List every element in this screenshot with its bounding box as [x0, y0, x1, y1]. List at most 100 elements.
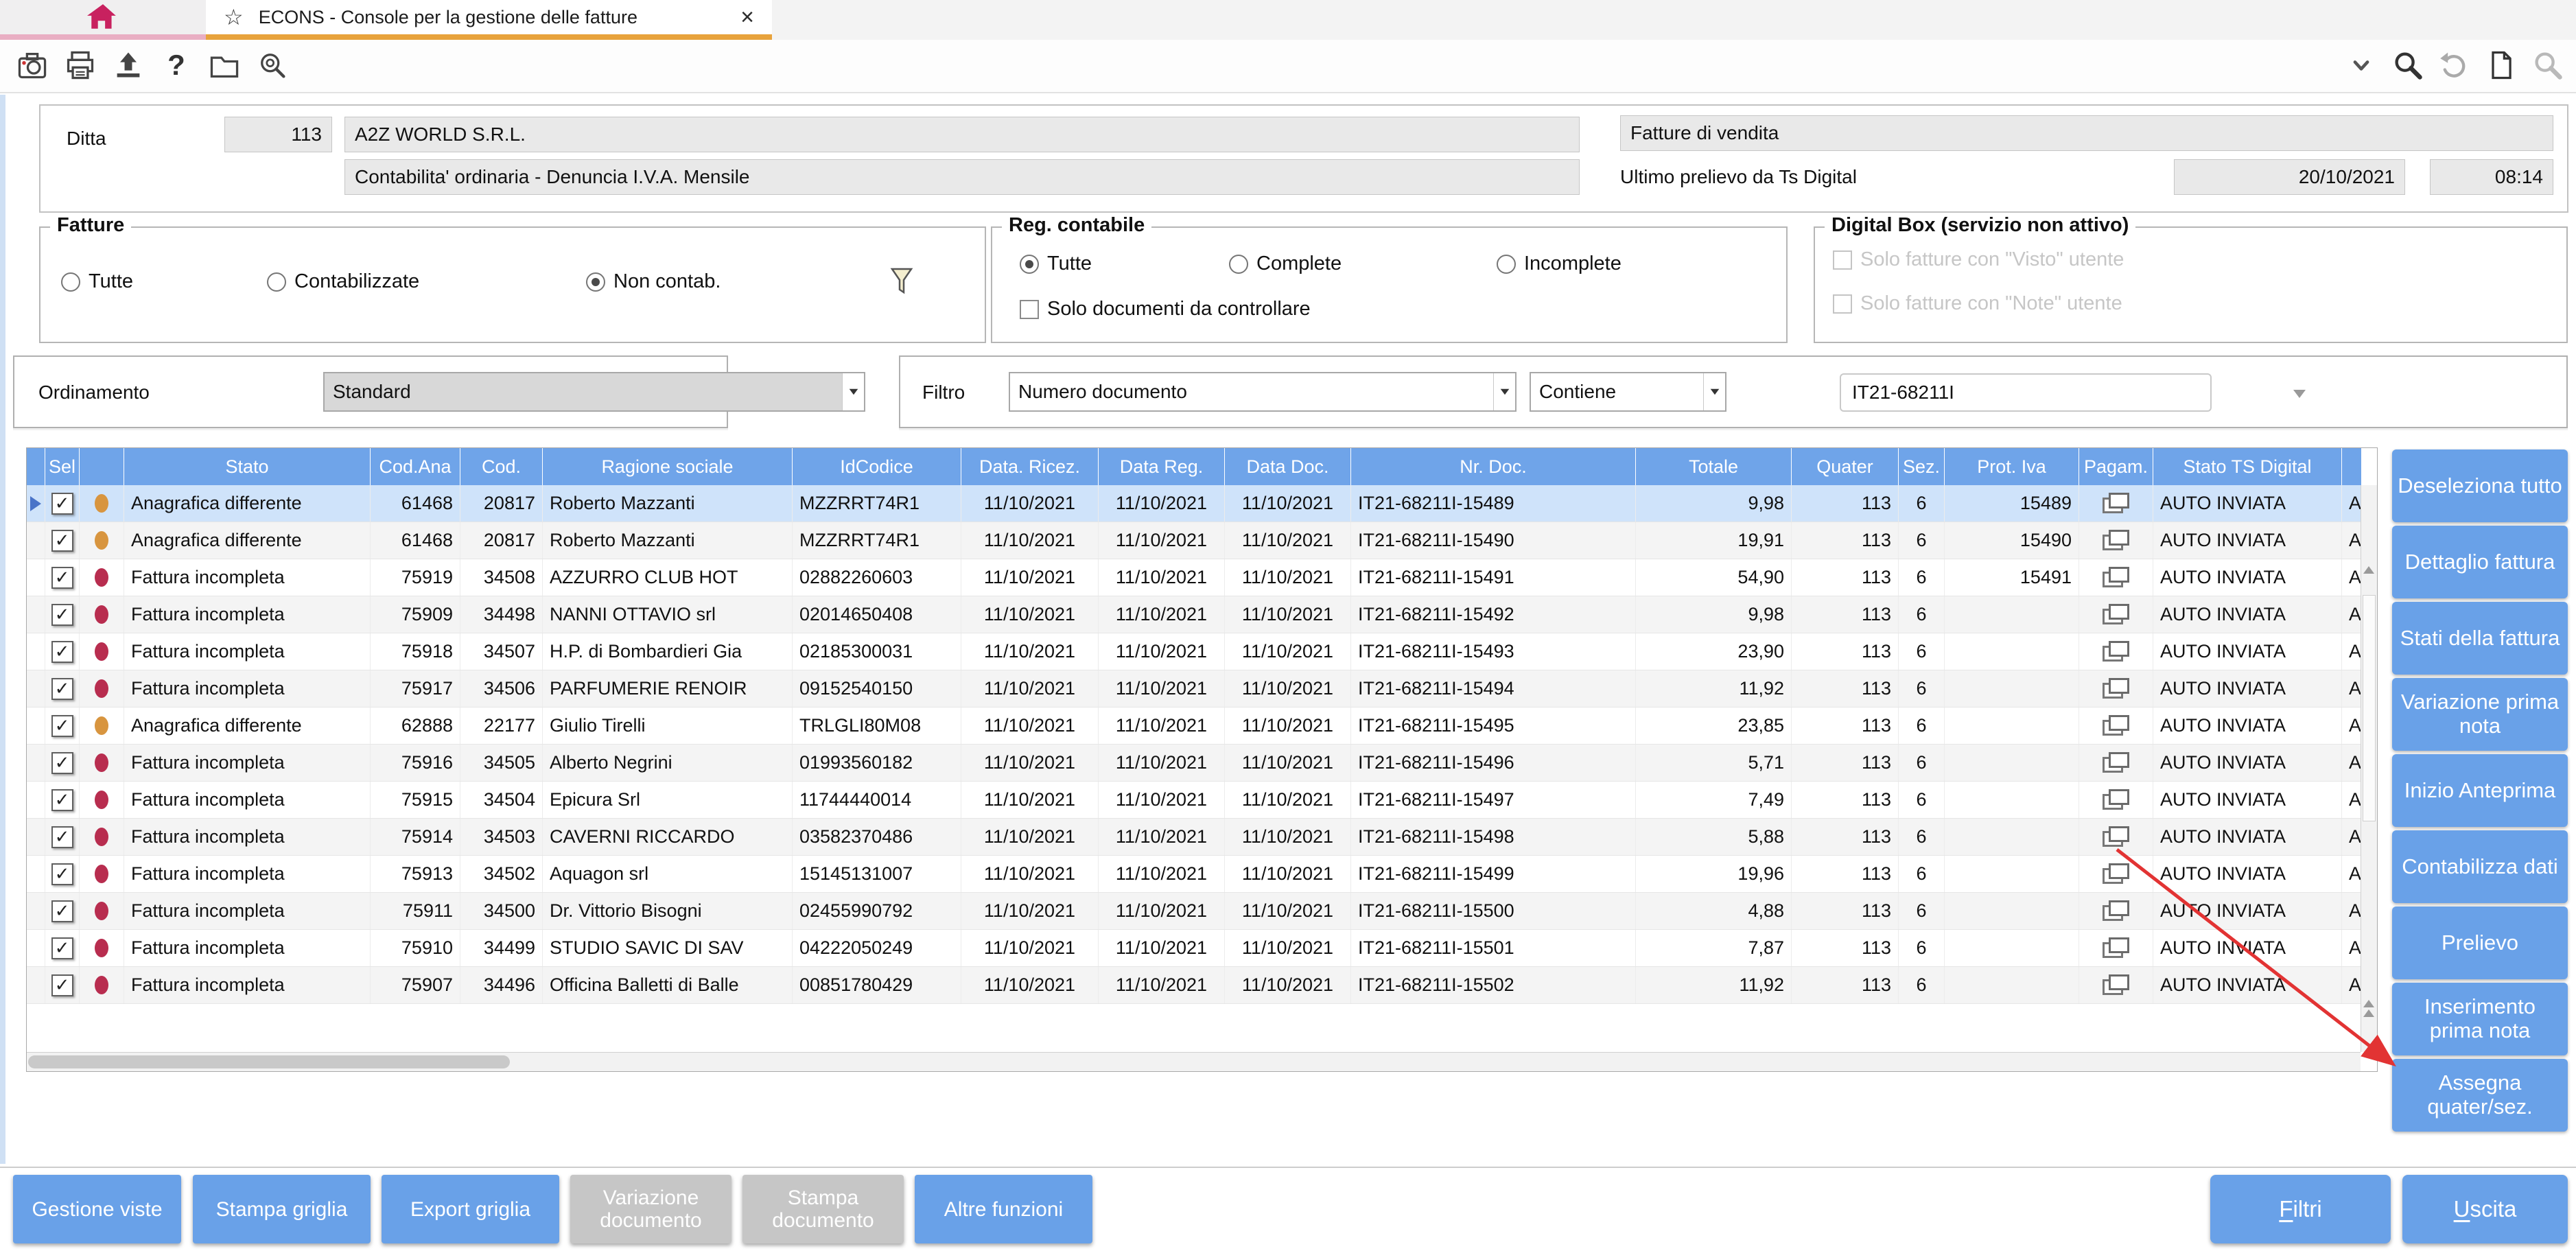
row-checkbox[interactable]: ✓: [51, 530, 73, 552]
table-row[interactable]: ✓Fattura incompleta7591034499STUDIO SAVI…: [27, 930, 2377, 967]
row-checkbox[interactable]: ✓: [51, 826, 73, 848]
table-row[interactable]: ✓Fattura incompleta7591934508AZZURRO CLU…: [27, 559, 2377, 596]
document-icon[interactable]: [2484, 48, 2518, 82]
table-row[interactable]: ✓Anagrafica differente6146820817Roberto …: [27, 522, 2377, 559]
gestione-viste-button[interactable]: Gestione viste: [13, 1175, 181, 1243]
column-header-stato[interactable]: Stato: [124, 448, 371, 485]
row-checkbox[interactable]: ✓: [51, 789, 73, 811]
inizio-anteprima-button[interactable]: Inizio Anteprima: [2392, 754, 2568, 827]
cell-cod_ana: 61468: [371, 522, 460, 559]
column-header-cod[interactable]: Cod.: [460, 448, 543, 485]
prelievo-button[interactable]: Prelievo: [2392, 907, 2568, 979]
row-checkbox[interactable]: ✓: [51, 900, 73, 922]
cell-totale: 4,88: [1636, 893, 1792, 929]
deseleziona-tutto-button[interactable]: Deseleziona tutto: [2392, 449, 2568, 522]
table-row[interactable]: ✓Fattura incompleta7591434503CAVERNI RIC…: [27, 819, 2377, 856]
column-header-data-ricez[interactable]: Data. Ricez.: [961, 448, 1099, 485]
stampa-griglia-button[interactable]: Stampa griglia: [193, 1175, 371, 1243]
column-header-totale[interactable]: Totale: [1636, 448, 1792, 485]
toolbar-right-icons: [2344, 48, 2565, 82]
favorite-star-icon[interactable]: ☆: [224, 4, 244, 30]
altre-funzioni-button[interactable]: Altre funzioni: [915, 1175, 1092, 1243]
dropdown-arrow-icon[interactable]: [1493, 373, 1515, 410]
column-header-blank[interactable]: [80, 448, 124, 485]
row-checkbox[interactable]: ✓: [51, 863, 73, 885]
filtro-extra-arrow-icon[interactable]: [2293, 390, 2306, 398]
help-icon[interactable]: ?: [159, 48, 194, 82]
stati-della-fattura-button[interactable]: Stati della fattura: [2392, 602, 2568, 675]
uscita-button[interactable]: Uscita: [2402, 1175, 2568, 1243]
home-tab[interactable]: [0, 0, 206, 40]
upload-icon[interactable]: [111, 48, 145, 82]
tab-close-icon[interactable]: ×: [740, 4, 754, 31]
column-header-nr-doc[interactable]: Nr. Doc.: [1351, 448, 1636, 485]
chevron-down-icon[interactable]: [2344, 48, 2378, 82]
horizontal-scrollbar-thumb[interactable]: [28, 1055, 510, 1068]
inserimento-prima-nota-button[interactable]: Inserimento prima nota: [2392, 983, 2568, 1055]
dropdown-arrow-icon[interactable]: [842, 373, 864, 410]
folder-icon[interactable]: [207, 48, 242, 82]
column-header-blank[interactable]: [2342, 448, 2362, 485]
table-row[interactable]: ✓Fattura incompleta7590934498NANNI OTTAV…: [27, 596, 2377, 633]
table-row[interactable]: ✓Anagrafica differente6146820817Roberto …: [27, 485, 2377, 522]
checkbox-solo-documenti-da-controllare[interactable]: Solo documenti da controllare: [1020, 298, 1311, 320]
table-row[interactable]: ✓Fattura incompleta7591634505Alberto Neg…: [27, 745, 2377, 782]
dettaglio-fattura-button[interactable]: Dettaglio fattura: [2392, 526, 2568, 598]
column-header-sez[interactable]: Sez.: [1899, 448, 1945, 485]
column-header-ragione-sociale[interactable]: Ragione sociale: [543, 448, 793, 485]
row-checkbox[interactable]: ✓: [51, 678, 73, 700]
table-row[interactable]: ✓Anagrafica differente6288822177Giulio T…: [27, 708, 2377, 745]
sel-cell: ✓: [45, 596, 80, 633]
column-header-cod-ana[interactable]: Cod.Ana: [371, 448, 460, 485]
contabilizza-dati-button[interactable]: Contabilizza dati: [2392, 830, 2568, 903]
table-row[interactable]: ✓Fattura incompleta7591334502Aquagon srl…: [27, 856, 2377, 893]
search-icon[interactable]: [2391, 48, 2425, 82]
row-checkbox[interactable]: ✓: [51, 641, 73, 663]
ordinamento-dropdown[interactable]: Standard: [323, 372, 865, 412]
column-header-data-doc[interactable]: Data Doc.: [1225, 448, 1351, 485]
row-checkbox[interactable]: ✓: [51, 493, 73, 515]
radio-contabilizzate[interactable]: Contabilizzate: [267, 270, 419, 293]
column-header-sel[interactable]: Sel: [45, 448, 80, 485]
row-checkbox[interactable]: ✓: [51, 752, 73, 774]
table-row[interactable]: ✓Fattura incompleta7591834507H.P. di Bom…: [27, 633, 2377, 670]
export-griglia-button[interactable]: Export griglia: [382, 1175, 559, 1243]
radio-non-contab[interactable]: Non contab.: [586, 270, 721, 293]
assegna-quater-sez-button[interactable]: Assegna quater/sez.: [2392, 1059, 2568, 1132]
row-checkbox[interactable]: ✓: [51, 715, 73, 737]
column-header-prot-iva[interactable]: Prot. Iva: [1945, 448, 2079, 485]
filtro-value-input[interactable]: IT21-68211I: [1840, 373, 2212, 412]
vertical-scrollbar-thumb[interactable]: [2363, 595, 2376, 821]
filter-funnel-icon[interactable]: [888, 266, 915, 300]
radio-tutte[interactable]: Tutte: [61, 270, 133, 293]
row-checkbox[interactable]: ✓: [51, 604, 73, 626]
ditta-code-field[interactable]: 113: [224, 117, 332, 152]
column-header-pagam[interactable]: Pagam.: [2079, 448, 2153, 485]
dropdown-arrow-icon[interactable]: [1703, 373, 1725, 410]
undo-icon[interactable]: [2437, 48, 2472, 82]
vertical-scrollbar[interactable]: [2361, 485, 2377, 1052]
table-row[interactable]: ✓Fattura incompleta7590734496Officina Ba…: [27, 967, 2377, 1004]
active-tab[interactable]: ☆ ECONS - Console per la gestione delle …: [206, 0, 772, 40]
filtro-operator-dropdown[interactable]: Contiene: [1530, 372, 1726, 412]
pagam-cell: [2079, 633, 2153, 670]
camera-icon[interactable]: [15, 48, 49, 82]
filtro-field-dropdown[interactable]: Numero documento: [1009, 372, 1517, 412]
row-checkbox[interactable]: ✓: [51, 567, 73, 589]
column-header-quater[interactable]: Quater: [1792, 448, 1899, 485]
column-header-stato-ts-digital[interactable]: Stato TS Digital: [2153, 448, 2342, 485]
column-header-idcodice[interactable]: IdCodice: [793, 448, 961, 485]
filtri-button[interactable]: Filtri: [2210, 1175, 2391, 1243]
table-row[interactable]: ✓Fattura incompleta7591534504Epicura Srl…: [27, 782, 2377, 819]
row-checkbox[interactable]: ✓: [51, 937, 73, 959]
horizontal-scrollbar[interactable]: [27, 1052, 2361, 1071]
column-header-blank[interactable]: [27, 448, 45, 485]
cell-ragione_sociale: CAVERNI RICCARDO: [543, 819, 793, 855]
zoom-preview-icon[interactable]: [255, 48, 290, 82]
variazione-prima-nota-button[interactable]: Variazione prima nota: [2392, 678, 2568, 751]
table-row[interactable]: ✓Fattura incompleta7591134500Dr. Vittori…: [27, 893, 2377, 930]
row-checkbox[interactable]: ✓: [51, 974, 73, 996]
column-header-data-reg[interactable]: Data Reg.: [1099, 448, 1225, 485]
print-icon[interactable]: [63, 48, 97, 82]
table-row[interactable]: ✓Fattura incompleta7591734506PARFUMERIE …: [27, 670, 2377, 708]
